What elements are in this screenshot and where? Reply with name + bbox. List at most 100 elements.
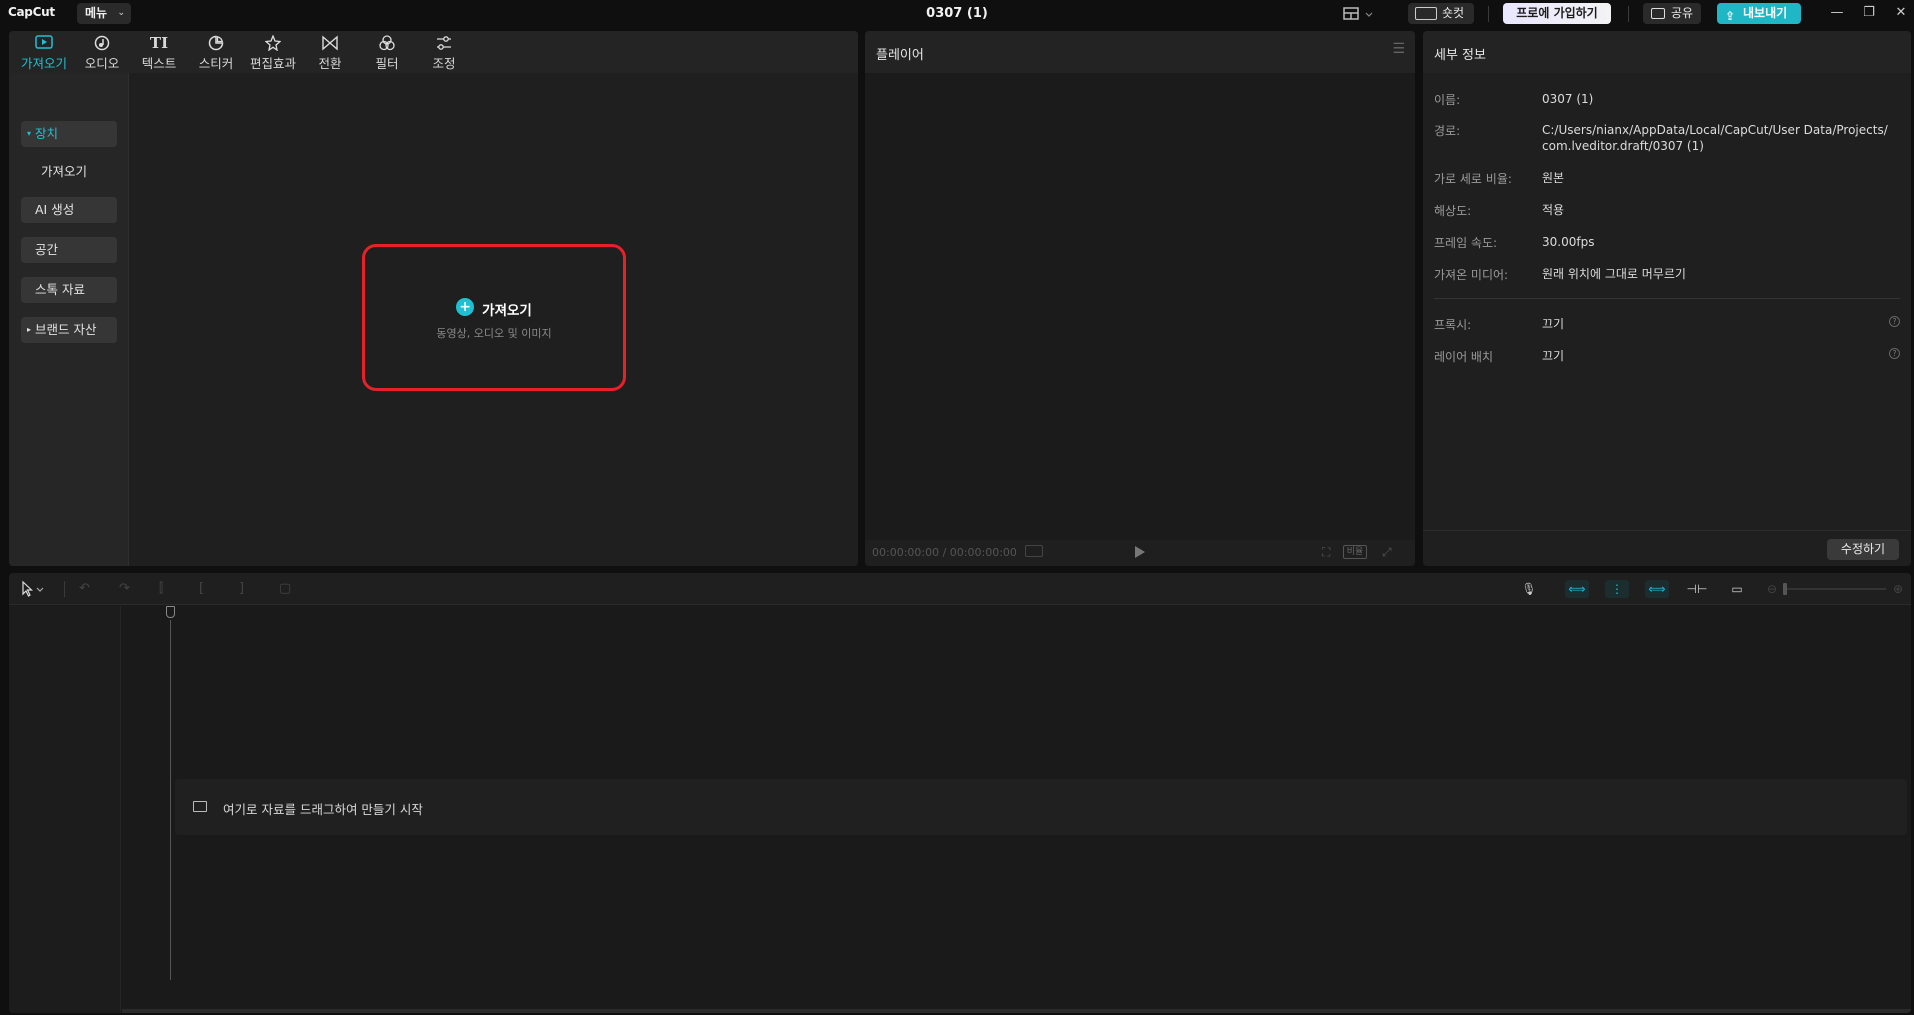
player-panel: 플레이어 ☰ 00:00:00:00 / 00:00:00:00 ⛶ 비율 ⤢ <box>865 31 1415 566</box>
main-track-magnet-icon[interactable]: ⟺ <box>1565 580 1589 598</box>
sidebar-item-label: 스톡 자료 <box>35 282 85 297</box>
details-title: 세부 정보 <box>1434 48 1486 63</box>
tab-label: 조정 <box>432 56 456 71</box>
player-controls: 00:00:00:00 / 00:00:00:00 ⛶ 비율 ⤢ <box>865 540 1415 566</box>
sidebar-item-device[interactable]: ▾ 장치 <box>21 121 117 147</box>
hamburger-menu-icon[interactable]: ☰ <box>1392 41 1405 57</box>
playhead-handle[interactable] <box>166 606 175 618</box>
tab-adjust[interactable]: 조정 <box>416 31 472 73</box>
zoom-slider-track[interactable] <box>1784 588 1886 590</box>
delete-icon[interactable]: ▢ <box>279 579 291 599</box>
export-button[interactable]: ⇪ 내보내기 <box>1717 3 1801 24</box>
tab-audio[interactable]: 오디오 <box>74 31 130 73</box>
sidebar-item-label: 공간 <box>35 242 59 257</box>
player-header: 플레이어 ☰ <box>865 31 1415 73</box>
document-title: 0307 (1) <box>926 6 988 21</box>
help-icon[interactable]: ? <box>1889 348 1900 359</box>
details-header: 세부 정보 <box>1423 31 1911 73</box>
player-canvas[interactable] <box>865 73 1415 542</box>
zoom-out-icon[interactable]: ⊖ <box>1760 580 1784 598</box>
sidebar-item-brand-assets[interactable]: ▸ 브랜드 자산 <box>21 317 117 343</box>
audio-icon <box>74 35 130 51</box>
edit-button[interactable]: 수정하기 <box>1827 539 1899 560</box>
sidebar-item-label: 브랜드 자산 <box>35 322 97 337</box>
screenshot-icon[interactable]: ⛶ <box>1322 545 1330 560</box>
divider <box>1628 6 1629 22</box>
timeline-panel: ↶ ↷ ⫿ [ ] ▢ 🎙︎ ⟺ ⋮ ⟺ ⊣⊢ ▭ ⊖ ⊕ 여기로 자료를 드래… <box>9 573 1911 1013</box>
timeline-toolbar: ↶ ↷ ⫿ [ ] ▢ 🎙︎ ⟺ ⋮ ⟺ ⊣⊢ ▭ ⊖ ⊕ <box>9 573 1911 605</box>
divider <box>1488 6 1489 22</box>
track-header-column <box>9 606 121 1013</box>
minimize-icon[interactable]: — <box>1826 3 1848 23</box>
detail-label: 해상도: <box>1434 204 1472 218</box>
horizontal-scrollbar[interactable] <box>122 1009 1911 1013</box>
divider <box>64 581 65 597</box>
adjust-icon <box>416 35 472 51</box>
close-icon[interactable]: ✕ <box>1890 3 1912 23</box>
trim-left-icon[interactable]: [ <box>199 579 204 599</box>
sidebar-item-import[interactable]: 가져오기 <box>21 159 117 185</box>
layout-button[interactable] <box>1340 4 1378 24</box>
detail-label: 경로: <box>1434 124 1461 138</box>
detail-value: 끄기 <box>1542 349 1565 363</box>
sidebar-item-ai-generate[interactable]: AI 생성 <box>21 197 117 223</box>
select-tool-icon[interactable] <box>18 579 46 599</box>
timecode: 00:00:00:00 / 00:00:00:00 <box>872 546 1017 559</box>
sidebar-item-space[interactable]: 공간 <box>21 237 117 263</box>
share-icon <box>1651 8 1665 19</box>
import-title: 가져오기 <box>482 303 532 319</box>
transition-icon <box>302 35 358 51</box>
import-button[interactable]: + 가져오기 <box>456 298 532 319</box>
share-button[interactable]: 공유 <box>1643 3 1701 24</box>
tab-filter[interactable]: 필터 <box>359 31 415 73</box>
caption-icon[interactable]: ▭ <box>1725 580 1749 598</box>
auto-snap-icon[interactable]: ⋮ <box>1605 580 1629 598</box>
shortcut-button[interactable]: 숏컷 <box>1408 3 1474 24</box>
help-icon[interactable]: ? <box>1889 316 1900 327</box>
restore-icon[interactable]: ❐ <box>1858 3 1880 23</box>
dropzone-hint: 여기로 자료를 드래그하여 만들기 시작 <box>223 802 423 817</box>
trim-right-icon[interactable]: ] <box>239 579 244 599</box>
tab-sticker[interactable]: 스티커 <box>188 31 244 73</box>
sidebar-item-label: 가져오기 <box>41 164 88 179</box>
pro-signup-button[interactable]: 프로에 가입하기 <box>1503 3 1611 24</box>
detail-label: 프레임 속도: <box>1434 236 1498 250</box>
import-icon <box>16 35 72 51</box>
details-panel: 세부 정보 이름: 0307 (1) 경로: C:/Users/nianx/Ap… <box>1423 31 1911 566</box>
import-dropzone[interactable]: + 가져오기 동영상, 오디오 및 이미지 <box>362 244 626 391</box>
detail-value: 적용 <box>1542 203 1565 217</box>
timeline-view-icon[interactable] <box>1025 545 1043 557</box>
sidebar-item-stock[interactable]: 스톡 자료 <box>21 277 117 303</box>
menu-label: 메뉴 <box>85 6 108 20</box>
tab-effects[interactable]: 편집효과 <box>245 31 301 73</box>
playhead[interactable] <box>170 620 171 980</box>
zoom-slider-handle[interactable] <box>1783 583 1787 595</box>
detail-value: 30.00fps <box>1542 235 1595 249</box>
sidebar-item-label: 장치 <box>35 126 59 141</box>
timeline-dropzone[interactable]: 여기로 자료를 드래그하여 만들기 시작 <box>175 779 1907 835</box>
export-label: 내보내기 <box>1743 6 1788 20</box>
fullscreen-icon[interactable]: ⤢ <box>1382 545 1392 560</box>
split-icon[interactable]: ⫿ <box>159 579 163 599</box>
menu-button[interactable]: 메뉴 ⌄ <box>77 3 131 24</box>
divider <box>1434 298 1900 299</box>
ratio-button[interactable]: 비율 <box>1343 545 1367 559</box>
detail-label: 이름: <box>1434 93 1461 107</box>
media-sidebar: ▾ 장치 가져오기 AI 생성 공간 스톡 자료 ▸ 브랜드 자산 <box>9 73 129 566</box>
text-icon: TI <box>149 34 169 52</box>
detail-value: 원본 <box>1542 171 1565 185</box>
tab-transition[interactable]: 전환 <box>302 31 358 73</box>
microphone-icon[interactable]: 🎙︎ <box>1517 580 1541 598</box>
detail-value: 0307 (1) <box>1542 92 1594 106</box>
play-icon[interactable] <box>1135 546 1145 558</box>
keyboard-icon <box>1415 7 1437 20</box>
preview-axis-icon[interactable]: ⊣⊢ <box>1685 580 1709 598</box>
linkage-icon[interactable]: ⟺ <box>1645 580 1669 598</box>
undo-icon[interactable]: ↶ <box>79 579 90 599</box>
tab-import[interactable]: 가져오기 <box>16 31 72 73</box>
redo-icon[interactable]: ↷ <box>119 579 130 599</box>
film-icon <box>193 801 207 812</box>
zoom-in-icon[interactable]: ⊕ <box>1886 580 1910 598</box>
filter-icon <box>359 35 415 51</box>
tab-text[interactable]: TI 텍스트 <box>131 31 187 73</box>
